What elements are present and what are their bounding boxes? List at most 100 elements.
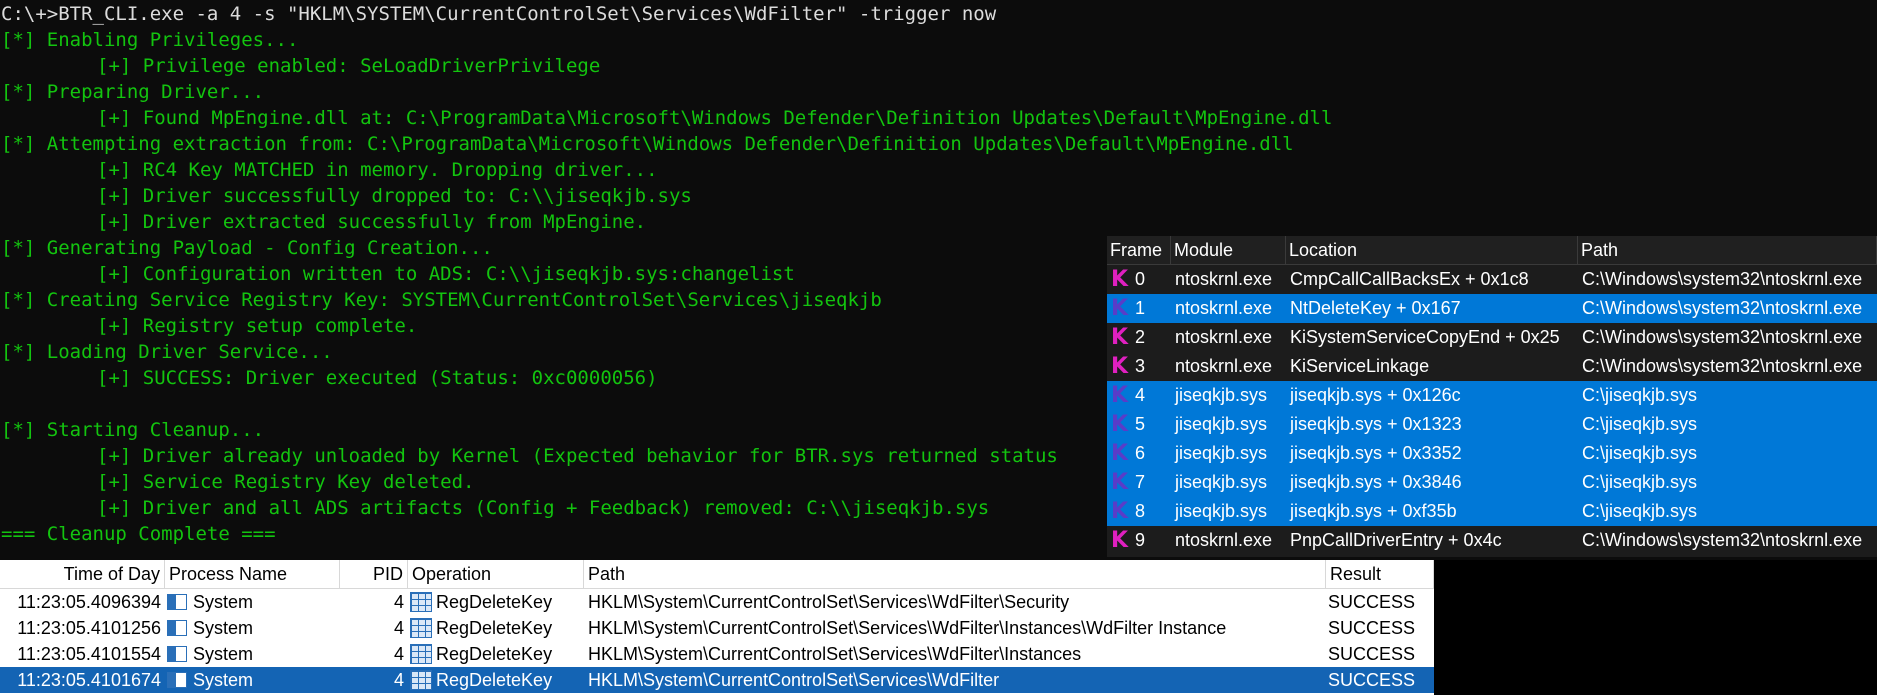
column-header-time[interactable]: Time of Day xyxy=(0,560,165,588)
terminal-output-line: [*] Preparing Driver... xyxy=(1,81,265,103)
frame-number: 2 xyxy=(1135,327,1146,347)
module-cell: jiseqkjb.sys xyxy=(1175,385,1268,405)
frame-number: 0 xyxy=(1135,269,1146,289)
procmon-event-row[interactable]: 11:23:05.4096394 System 4 RegDeleteKey HKLM\… xyxy=(0,589,1434,615)
frame-number: 7 xyxy=(1135,472,1146,492)
terminal-output-line: [+] Privilege enabled: SeLoadDriverPrivi… xyxy=(97,55,601,77)
result-cell: SUCCESS xyxy=(1328,592,1416,612)
frame-cell: K0 xyxy=(1107,265,1171,294)
path-cell: C:\Windows\system32\ntoskrnl.exe xyxy=(1582,269,1863,289)
kernel-mode-icon: K xyxy=(1111,295,1129,321)
procmon-event-row[interactable]: 11:23:05.4101554 System 4 RegDeleteKey HKLM\… xyxy=(0,641,1434,667)
kernel-mode-icon: K xyxy=(1111,411,1129,437)
result-cell: SUCCESS xyxy=(1328,670,1416,690)
column-header-path[interactable]: Path xyxy=(1578,236,1877,264)
pid-cell: 4 xyxy=(393,670,404,690)
stack-trace-panel: Frame Module Location Path K 0 ntoskrnl.ex… xyxy=(1107,236,1877,557)
time-cell: 11:23:05.4101256 xyxy=(17,618,161,638)
operation-cell: RegDeleteKey xyxy=(408,589,584,615)
process-window-icon xyxy=(167,620,187,636)
module-cell: jiseqkjb.sys xyxy=(1175,414,1268,434)
column-header-operation[interactable]: Operation xyxy=(408,560,584,588)
path-cell: C:\jiseqkjb.sys xyxy=(1582,443,1698,463)
column-header-pid[interactable]: PID xyxy=(340,560,408,588)
terminal-output-line: [*] Attempting extraction from: C:\Progr… xyxy=(1,133,1294,155)
path-cell: HKLM\System\CurrentControlSet\Services\W… xyxy=(588,618,1227,638)
stack-frame-row[interactable]: K 0 ntoskrnl.exe CmpCallCallBacksEx + 0x1c8… xyxy=(1107,265,1877,294)
column-header-module[interactable]: Module xyxy=(1171,236,1286,264)
frame-number: 9 xyxy=(1135,530,1146,550)
stack-frame-row[interactable]: K 8 jiseqkjb.sys jiseqkjb.sys + 0xf35b C:\ji… xyxy=(1107,497,1877,526)
registry-icon xyxy=(410,670,432,690)
module-cell: ntoskrnl.exe xyxy=(1175,530,1273,550)
location-cell: NtDeleteKey + 0x167 xyxy=(1290,298,1461,318)
module-cell: jiseqkjb.sys xyxy=(1175,472,1268,492)
stack-frame-row[interactable]: K 4 jiseqkjb.sys jiseqkjb.sys + 0x126c C:\ji… xyxy=(1107,381,1877,410)
kernel-mode-icon: K xyxy=(1111,498,1129,524)
path-cell: C:\Windows\system32\ntoskrnl.exe xyxy=(1582,327,1863,347)
location-cell: jiseqkjb.sys + 0x1323 xyxy=(1290,414,1462,434)
kernel-mode-icon: K xyxy=(1111,324,1129,350)
column-header-location[interactable]: Location xyxy=(1286,236,1578,264)
column-header-frame[interactable]: Frame xyxy=(1107,236,1171,264)
frame-cell: K6 xyxy=(1107,439,1171,468)
kernel-mode-icon: K xyxy=(1111,469,1129,495)
procmon-header: Time of Day Process Name PID Operation P… xyxy=(0,560,1434,589)
location-cell: KiSystemServiceCopyEnd + 0x25 xyxy=(1290,327,1560,347)
registry-icon xyxy=(410,592,432,612)
frame-number: 5 xyxy=(1135,414,1146,434)
stack-frame-row[interactable]: K 7 jiseqkjb.sys jiseqkjb.sys + 0x3846 C:\ji… xyxy=(1107,468,1877,497)
pid-cell: 4 xyxy=(393,592,404,612)
procmon-event-row[interactable]: 11:23:05.4101256 System 4 RegDeleteKey HKLM\… xyxy=(0,615,1434,641)
stack-frame-row[interactable]: K 6 jiseqkjb.sys jiseqkjb.sys + 0x3352 C:\ji… xyxy=(1107,439,1877,468)
stack-frame-row[interactable]: K 2 ntoskrnl.exe KiSystemServiceCopyEnd + 0… xyxy=(1107,323,1877,352)
process-window-icon xyxy=(167,594,187,610)
process-name: System xyxy=(193,644,254,664)
pid-cell: 4 xyxy=(393,644,404,664)
stack-frame-row[interactable]: K 5 jiseqkjb.sys jiseqkjb.sys + 0x1323 C:\ji… xyxy=(1107,410,1877,439)
operation-cell: RegDeleteKey xyxy=(408,615,584,641)
operation-name: RegDeleteKey xyxy=(436,644,553,664)
module-cell: ntoskrnl.exe xyxy=(1175,298,1273,318)
frame-cell: K4 xyxy=(1107,381,1171,410)
column-header-result[interactable]: Result xyxy=(1326,560,1434,588)
process-cell: System xyxy=(165,641,340,667)
kernel-mode-icon: K xyxy=(1111,382,1129,408)
process-window-icon xyxy=(167,646,187,662)
path-cell: HKLM\System\CurrentControlSet\Services\W… xyxy=(588,670,1000,690)
time-cell: 11:23:05.4101674 xyxy=(17,670,161,690)
path-cell: C:\Windows\system32\ntoskrnl.exe xyxy=(1582,530,1863,550)
operation-name: RegDeleteKey xyxy=(436,618,553,638)
path-cell: C:\jiseqkjb.sys xyxy=(1582,385,1698,405)
frame-number: 8 xyxy=(1135,501,1146,521)
operation-name: RegDeleteKey xyxy=(436,592,553,612)
stack-frame-list: K 0 ntoskrnl.exe CmpCallCallBacksEx + 0x1c8… xyxy=(1107,265,1877,555)
location-cell: CmpCallCallBacksEx + 0x1c8 xyxy=(1290,269,1529,289)
result-cell: SUCCESS xyxy=(1328,618,1416,638)
frame-number: 4 xyxy=(1135,385,1146,405)
terminal-output-line: [+] Driver successfully dropped to: C:\\… xyxy=(97,185,692,207)
terminal-output-line: [*] Enabling Privileges... xyxy=(1,29,299,51)
operation-cell: RegDeleteKey xyxy=(408,641,584,667)
frame-cell: K1 xyxy=(1107,294,1171,323)
frame-cell: K2 xyxy=(1107,323,1171,352)
terminal-output-line: [+] Found MpEngine.dll at: C:\ProgramDat… xyxy=(97,107,1333,129)
process-name: System xyxy=(193,670,254,690)
kernel-mode-icon: K xyxy=(1111,353,1129,379)
time-cell: 11:23:05.4101554 xyxy=(17,644,161,664)
frame-cell: K3 xyxy=(1107,352,1171,381)
stack-frame-row[interactable]: K 3 ntoskrnl.exe KiServiceLinkage C:\Windows… xyxy=(1107,352,1877,381)
operation-name: RegDeleteKey xyxy=(436,670,553,690)
registry-icon xyxy=(410,644,432,664)
location-cell: jiseqkjb.sys + 0xf35b xyxy=(1290,501,1457,521)
procmon-event-row[interactable]: 11:23:05.4101674 System 4 RegDeleteKey HKLM\… xyxy=(0,667,1434,693)
stack-frame-row[interactable]: K 9 ntoskrnl.exe PnpCallDriverEntry + 0x4c C… xyxy=(1107,526,1877,555)
path-cell: C:\Windows\system32\ntoskrnl.exe xyxy=(1582,356,1863,376)
process-name: System xyxy=(193,618,254,638)
module-cell: ntoskrnl.exe xyxy=(1175,269,1273,289)
column-header-path[interactable]: Path xyxy=(584,560,1326,588)
kernel-mode-icon: K xyxy=(1111,440,1129,466)
stack-frame-row[interactable]: K 1 ntoskrnl.exe NtDeleteKey + 0x167 C:\Wind… xyxy=(1107,294,1877,323)
process-name: System xyxy=(193,592,254,612)
column-header-process[interactable]: Process Name xyxy=(165,560,340,588)
